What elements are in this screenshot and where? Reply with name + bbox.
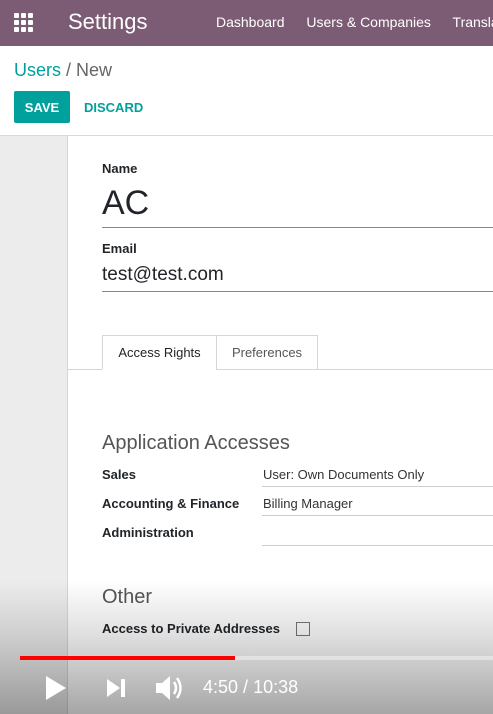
- menu-item-users-companies[interactable]: Users & Companies: [306, 14, 431, 30]
- discard-button[interactable]: DISCARD: [84, 100, 143, 115]
- accounting-select[interactable]: Billing Manager: [262, 492, 493, 516]
- accounting-label: Accounting & Finance: [102, 496, 240, 511]
- app-title[interactable]: Settings: [68, 9, 148, 35]
- breadcrumb-users-link[interactable]: Users: [14, 60, 61, 80]
- next-icon[interactable]: [106, 678, 128, 698]
- top-navbar: Settings Dashboard Users & Companies Tra…: [0, 0, 493, 46]
- breadcrumb: Users / New: [14, 60, 112, 81]
- video-duration: 10:38: [253, 677, 299, 697]
- name-field[interactable]: AC: [102, 184, 493, 228]
- top-menu: Dashboard Users & Companies Translations: [216, 14, 493, 30]
- administration-label: Administration: [102, 525, 194, 540]
- video-progress-bar[interactable]: [20, 656, 493, 660]
- email-label: Email: [102, 241, 137, 256]
- section-title-other: Other: [102, 586, 153, 608]
- apps-grid-icon[interactable]: [14, 13, 34, 33]
- email-field[interactable]: test@test.com: [102, 264, 493, 292]
- menu-item-dashboard[interactable]: Dashboard: [216, 14, 285, 30]
- video-progress-fill: [20, 656, 235, 660]
- tab-access-rights[interactable]: Access Rights: [102, 335, 217, 370]
- volume-icon[interactable]: [155, 674, 185, 702]
- play-icon[interactable]: [44, 675, 68, 701]
- private-addresses-checkbox[interactable]: [296, 622, 310, 636]
- active-tab-gap: [103, 369, 215, 370]
- control-panel: Users / New SAVE DISCARD: [0, 46, 493, 136]
- tab-preferences[interactable]: Preferences: [216, 335, 318, 370]
- name-label: Name: [102, 161, 138, 176]
- menu-item-translations[interactable]: Translations: [453, 14, 493, 30]
- video-current-time: 4:50: [203, 677, 239, 697]
- private-addresses-label: Access to Private Addresses: [102, 621, 281, 636]
- administration-select[interactable]: [262, 522, 493, 546]
- breadcrumb-separator: /: [66, 60, 72, 80]
- save-button[interactable]: SAVE: [14, 91, 70, 123]
- video-time-separator: /: [238, 677, 254, 697]
- video-time-display: 4:50 / 10:38: [203, 677, 298, 698]
- sales-select[interactable]: User: Own Documents Only: [262, 463, 493, 487]
- form-content: Name AC Email test@test.com Access Right…: [0, 136, 493, 714]
- form-sheet: Name AC Email test@test.com Access Right…: [67, 136, 493, 714]
- sales-label: Sales: [102, 467, 136, 482]
- section-title-application-accesses: Application Accesses: [102, 432, 290, 454]
- breadcrumb-current: New: [76, 60, 113, 80]
